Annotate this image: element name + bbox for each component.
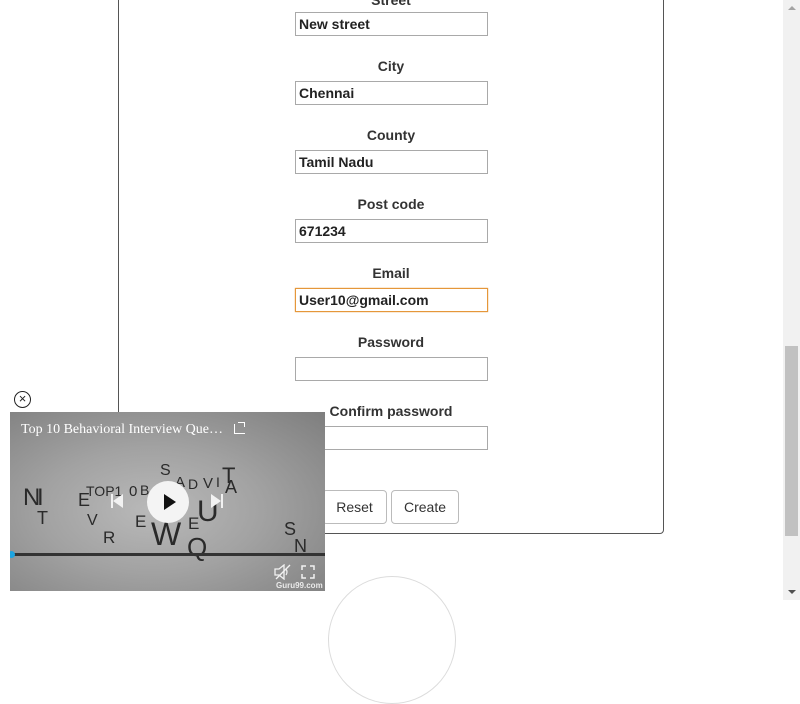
- video-progress-bar[interactable]: [10, 553, 325, 556]
- play-icon[interactable]: [147, 481, 189, 523]
- thumbnail-letter: I: [216, 474, 220, 490]
- scroll-up-arrow-icon[interactable]: [783, 0, 800, 17]
- close-icon[interactable]: ×: [14, 391, 31, 408]
- reset-button[interactable]: Reset: [322, 490, 387, 524]
- password-input[interactable]: [295, 357, 488, 381]
- thumbnail-letter: Q: [187, 532, 208, 562]
- video-player[interactable]: Top 10 Behavioral Interview Questions N …: [10, 412, 325, 591]
- email-input[interactable]: [295, 288, 488, 312]
- thumbnail-letter: V: [87, 512, 98, 529]
- street-input[interactable]: [295, 12, 488, 36]
- county-label: County: [366, 127, 416, 143]
- video-watermark: Guru99.com: [276, 581, 323, 590]
- thumbnail-letter: D: [188, 476, 199, 492]
- email-label: Email: [372, 265, 410, 281]
- page-scrollbar[interactable]: [783, 0, 800, 600]
- scroll-down-arrow-icon[interactable]: [783, 583, 800, 600]
- decorative-ring: [328, 576, 456, 704]
- county-input[interactable]: [295, 150, 488, 174]
- fullscreen-icon[interactable]: [301, 565, 315, 579]
- previous-icon[interactable]: [111, 493, 125, 509]
- city-label: City: [377, 58, 405, 74]
- thumbnail-letter: V: [203, 475, 214, 492]
- video-title[interactable]: Top 10 Behavioral Interview Questions: [21, 422, 226, 438]
- password-label: Password: [357, 334, 425, 350]
- video-progress-handle[interactable]: [10, 551, 15, 558]
- postcode-input[interactable]: [295, 219, 488, 243]
- thumbnail-letter: 0: [129, 483, 138, 500]
- postcode-label: Post code: [357, 196, 425, 212]
- muted-speaker-icon[interactable]: [274, 564, 292, 580]
- thumbnail-letter: T: [37, 508, 48, 528]
- street-label: Street: [371, 0, 411, 8]
- thumbnail-letter: E: [188, 514, 200, 533]
- next-icon[interactable]: [209, 493, 223, 509]
- city-input[interactable]: [295, 81, 488, 105]
- create-button[interactable]: Create: [391, 490, 459, 524]
- scrollbar-thumb[interactable]: [785, 346, 798, 536]
- thumbnail-letter: S: [160, 462, 171, 479]
- share-icon[interactable]: [234, 422, 245, 434]
- thumbnail-letter: R: [103, 528, 116, 547]
- thumbnail-letter: A: [225, 477, 238, 497]
- thumbnail-letter: E: [135, 512, 147, 531]
